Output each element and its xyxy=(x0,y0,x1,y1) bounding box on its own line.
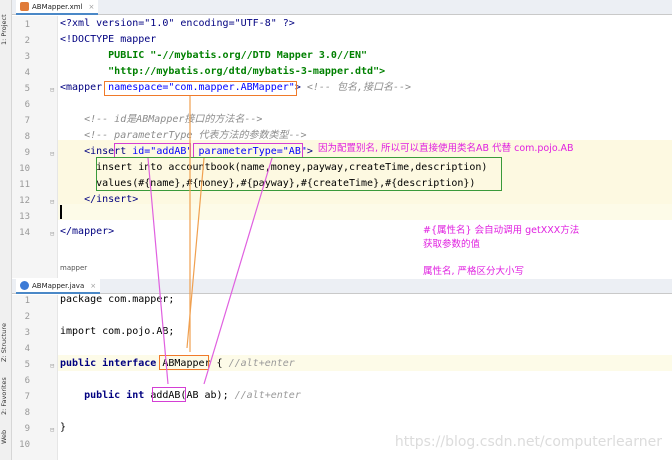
method-id-arrow xyxy=(203,157,273,385)
alias-annotation: 因为配置别名, 所以可以直接使用类名AB 代替 com.pojo.AB xyxy=(318,143,574,154)
case-annotation: 属性名, 严格区分大小写 xyxy=(423,266,525,277)
watermark: https://blog.csdn.net/computerlearner xyxy=(394,434,662,450)
getter-annotation-2: 获取参数的值 xyxy=(423,239,481,250)
getter-annotation-1: #{属性名} 会自动调用 getXXX方法 xyxy=(423,225,580,236)
id-arrow xyxy=(147,157,169,385)
